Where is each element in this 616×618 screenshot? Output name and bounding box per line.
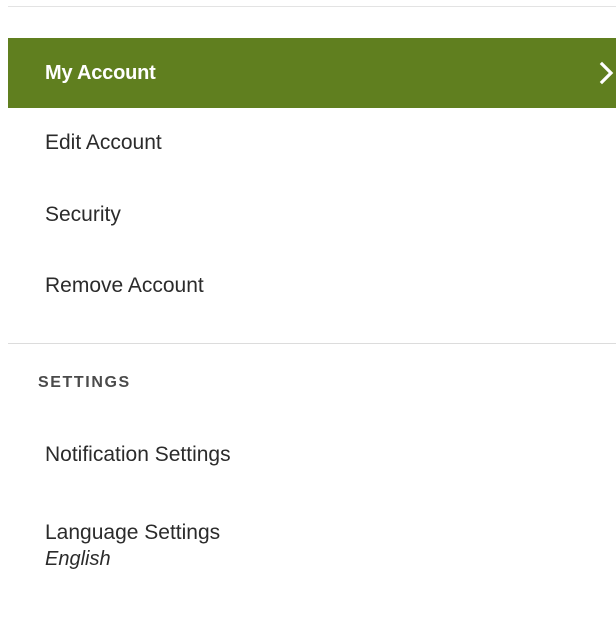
account-sidebar: My Account Edit Account Security Remove …: [8, 0, 616, 618]
menu-item-remove-account[interactable]: Remove Account: [8, 251, 616, 321]
top-divider: [8, 6, 616, 7]
settings-section-heading: SETTINGS: [38, 374, 131, 391]
menu-item-notification-settings[interactable]: Notification Settings: [8, 420, 616, 490]
menu-item-label: Edit Account: [45, 131, 162, 154]
chevron-right-icon: [599, 61, 614, 85]
menu-item-my-account[interactable]: My Account: [8, 38, 616, 108]
menu-item-edit-account[interactable]: Edit Account: [8, 108, 616, 178]
section-divider: [8, 343, 616, 344]
menu-item-security[interactable]: Security: [8, 180, 616, 250]
menu-item-label: My Account: [45, 61, 156, 84]
current-language: English: [45, 548, 111, 570]
menu-item-label: Notification Settings: [45, 443, 231, 466]
menu-item-language-settings[interactable]: Language Settings English: [8, 508, 616, 584]
menu-item-label: Security: [45, 203, 121, 226]
menu-item-label: Remove Account: [45, 274, 204, 297]
menu-item-label: Language Settings: [45, 521, 221, 544]
